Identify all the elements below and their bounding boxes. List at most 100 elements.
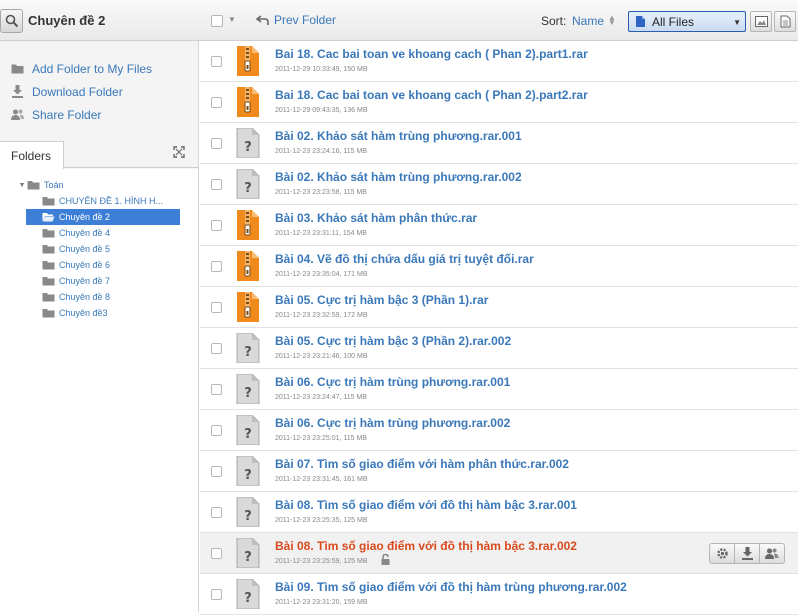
svg-text:?: ? <box>244 550 252 565</box>
tree-item-chuyen-de-4[interactable]: Chuyên đề 4 <box>0 225 198 241</box>
file-name-link[interactable]: Bài 03. Khảo sát hàm phân thức.rar <box>275 211 477 225</box>
file-name-link[interactable]: Bài 06. Cực trị hàm trùng phương.rar.002 <box>275 416 510 430</box>
unknown-file-icon[interactable]: ? <box>236 578 260 610</box>
unknown-file-icon[interactable]: ? <box>236 537 260 569</box>
file-row[interactable]: ? Bài 05. Cực trị hàm bậc 3 (Phần 2).rar… <box>200 328 798 369</box>
file-name-link[interactable]: Bài 08. Tìm số giao điểm với đồ thị hàm … <box>275 498 577 512</box>
unlock-icon[interactable] <box>381 554 391 565</box>
file-checkbox[interactable] <box>211 466 222 477</box>
download-folder-link[interactable]: Download Folder <box>0 80 198 103</box>
file-name-link[interactable]: Bài 05. Cực trị hàm bậc 3 (Phần 2).rar.0… <box>275 334 511 348</box>
file-row[interactable]: Bai 18. Cac bai toan ve khoang cach ( Ph… <box>200 82 798 123</box>
unknown-file-icon[interactable]: ? <box>236 414 260 446</box>
file-checkbox[interactable] <box>211 220 222 231</box>
prev-folder-link[interactable]: Prev Folder <box>256 13 336 27</box>
share-folder-link[interactable]: Share Folder <box>0 103 198 126</box>
thumbnail-view-button[interactable] <box>750 11 772 32</box>
file-checkbox[interactable] <box>211 138 222 149</box>
file-row[interactable]: Bai 18. Cac bai toan ve khoang cach ( Ph… <box>200 41 798 82</box>
file-row[interactable]: ? Bài 06. Cực trị hàm trùng phương.rar.0… <box>200 369 798 410</box>
file-checkbox[interactable] <box>211 507 222 518</box>
add-folder-to-my-files-link[interactable]: Add Folder to My Files <box>0 57 198 80</box>
file-row[interactable]: Bài 03. Khảo sát hàm phân thức.rar 2011-1… <box>200 205 798 246</box>
file-filter-select[interactable]: All Files ▼ <box>628 11 746 32</box>
unknown-file-icon[interactable]: ? <box>236 168 260 200</box>
file-row[interactable]: ? Bài 07. Tìm số giao điểm với hàm phân … <box>200 451 798 492</box>
unknown-file-icon[interactable]: ? <box>236 127 260 159</box>
file-checkbox[interactable] <box>211 261 222 272</box>
unknown-file-icon[interactable]: ? <box>236 455 260 487</box>
tree-item-label: CHUYÊN ĐỀ 1. HÌNH H... <box>59 196 164 206</box>
file-row[interactable]: Bài 04. Vẽ đồ thị chứa dấu giá trị tuyệt… <box>200 246 798 287</box>
archive-icon[interactable] <box>236 46 260 76</box>
folder-icon <box>27 181 40 190</box>
archive-icon[interactable] <box>236 210 260 240</box>
tree-item-chuyen-de-1[interactable]: CHUYÊN ĐỀ 1. HÌNH H... <box>0 193 198 209</box>
file-row[interactable]: ? Bài 08. Tìm số giao điểm với đồ thị hà… <box>200 492 798 533</box>
file-checkbox[interactable] <box>211 97 222 108</box>
file-name-link[interactable]: Bài 09. Tìm số giao điểm với đồ thị hàm … <box>275 580 627 594</box>
tree-item-chuyen-de-2[interactable]: Chuyên đề 2 <box>26 209 180 225</box>
tree-item-label: Chuyên đề 8 <box>59 292 111 302</box>
tree-item-chuyen-de-3[interactable]: Chuyên đề3 <box>0 305 198 321</box>
tree-item-chuyen-de-5[interactable]: Chuyên đề 5 <box>0 241 198 257</box>
archive-icon[interactable] <box>236 87 260 117</box>
file-filter-value: All Files <box>652 14 695 29</box>
file-checkbox[interactable] <box>211 302 222 313</box>
file-checkbox[interactable] <box>211 179 222 190</box>
file-checkbox[interactable] <box>211 384 222 395</box>
file-name-link[interactable]: Bài 08. Tìm số giao điểm với đồ thị hàm … <box>275 539 577 553</box>
tree-item-label: Chuyên đề 5 <box>59 244 111 254</box>
folder-title: Chuyên đề 2 <box>28 13 106 28</box>
tree-item-chuyen-de-6[interactable]: Chuyên đề 6 <box>0 257 198 273</box>
file-checkbox[interactable] <box>211 343 222 354</box>
file-row[interactable]: Bài 05. Cực trị hàm bậc 3 (Phần 1).rar 20… <box>200 287 798 328</box>
file-name-link[interactable]: Bài 02. Khảo sát hàm trùng phương.rar.00… <box>275 129 522 143</box>
tree-item-label: Chuyên đề3 <box>59 308 108 318</box>
file-row[interactable]: ? Bài 08. Tìm số giao điểm với đồ thị hà… <box>200 533 798 574</box>
select-dropdown-caret[interactable]: ▼ <box>228 15 236 24</box>
archive-icon[interactable] <box>236 251 260 281</box>
add-folder-label: Add Folder to My Files <box>32 61 153 76</box>
file-name-link[interactable]: Bai 18. Cac bai toan ve khoang cach ( Ph… <box>275 88 588 102</box>
unknown-file-icon[interactable]: ? <box>236 373 260 405</box>
file-row[interactable]: ? Bài 02. Khảo sát hàm trùng phương.rar.… <box>200 164 798 205</box>
list-view-button[interactable] <box>774 11 796 32</box>
unknown-file-icon[interactable]: ? <box>236 332 260 364</box>
file-checkbox[interactable] <box>211 589 222 600</box>
search-button[interactable] <box>0 9 23 33</box>
settings-button[interactable] <box>709 543 735 564</box>
file-meta: 2011-12-23 23:24:16, 115 MB <box>275 148 367 155</box>
file-checkbox[interactable] <box>211 548 222 559</box>
sort-by-name-link[interactable]: Name <box>572 14 604 28</box>
file-row[interactable]: ? Bài 06. Cực trị hàm trùng phương.rar.0… <box>200 410 798 451</box>
folder-icon <box>42 261 55 270</box>
file-name-link[interactable]: Bài 06. Cực trị hàm trùng phương.rar.001 <box>275 375 510 389</box>
back-arrow-icon <box>256 14 269 25</box>
tree-item-toan[interactable]: ▼ Toán <box>0 177 198 193</box>
file-name-link[interactable]: Bài 05. Cực trị hàm bậc 3 (Phần 1).rar <box>275 293 488 307</box>
tree-item-chuyen-de-8[interactable]: Chuyên đề 8 <box>0 289 198 305</box>
select-all-checkbox[interactable] <box>211 15 223 27</box>
share-button[interactable] <box>759 543 785 564</box>
archive-icon[interactable] <box>236 292 260 322</box>
file-name-link[interactable]: Bai 18. Cac bai toan ve khoang cach ( Ph… <box>275 47 588 61</box>
download-button[interactable] <box>734 543 760 564</box>
tree-toggle-icon[interactable]: ▼ <box>17 182 27 189</box>
file-checkbox[interactable] <box>211 56 222 67</box>
tab-folders[interactable]: Folders <box>0 141 64 169</box>
tree-item-chuyen-de-7[interactable]: Chuyên đề 7 <box>0 273 198 289</box>
sort-direction-icon[interactable]: ▲ ▼ <box>608 14 616 27</box>
file-name-link[interactable]: Bài 02. Khảo sát hàm trùng phương.rar.00… <box>275 170 522 184</box>
file-checkbox[interactable] <box>211 425 222 436</box>
unknown-file-icon[interactable]: ? <box>236 496 260 528</box>
file-list: Bai 18. Cac bai toan ve khoang cach ( Ph… <box>200 41 798 615</box>
file-name-link[interactable]: Bài 07. Tìm số giao điểm với hàm phân th… <box>275 457 569 471</box>
expand-icon[interactable] <box>173 146 185 158</box>
file-meta: 2011-12-23 23:32:59, 172 MB <box>275 312 368 319</box>
sidebar: Add Folder to My Files Download Folder S… <box>0 41 199 612</box>
tree-item-label: Chuyên đề 6 <box>59 260 111 270</box>
file-row[interactable]: ? Bài 09. Tìm số giao điểm với đồ thị hà… <box>200 574 798 615</box>
file-name-link[interactable]: Bài 04. Vẽ đồ thị chứa dấu giá trị tuyệt… <box>275 252 534 266</box>
file-row[interactable]: ? Bài 02. Khảo sát hàm trùng phương.rar.… <box>200 123 798 164</box>
